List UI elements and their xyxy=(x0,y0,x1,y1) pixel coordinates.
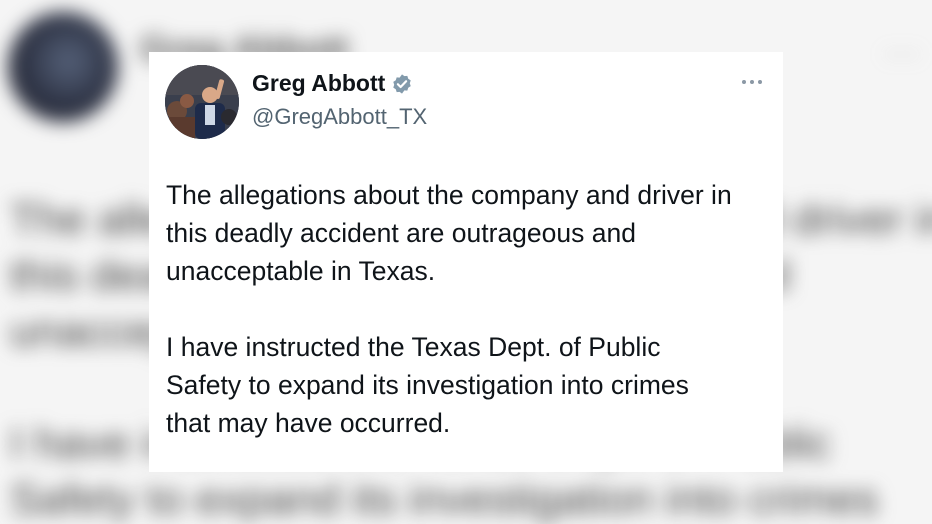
blurred-more-icon: ··· xyxy=(884,34,922,70)
avatar-photo-icon xyxy=(165,65,239,139)
more-horizontal-icon xyxy=(750,80,754,84)
more-options-button[interactable] xyxy=(737,70,767,94)
display-name[interactable]: Greg Abbott xyxy=(252,70,385,97)
tweet-card: Greg Abbott @GregAbbott_TX The allegatio… xyxy=(149,52,783,472)
more-horizontal-icon xyxy=(758,80,762,84)
tweet-line: I have instructed the Texas Dept. of Pub… xyxy=(166,332,661,362)
tweet-line: this deadly accident are outrageous and xyxy=(166,218,636,248)
tweet-line: Safety to expand its investigation into … xyxy=(166,370,689,400)
blurred-avatar xyxy=(8,12,118,122)
avatar[interactable] xyxy=(165,65,239,139)
tweet-line: that may have occurred. xyxy=(166,408,451,438)
tweet-line: The allegations about the company and dr… xyxy=(166,180,732,210)
author-row: Greg Abbott xyxy=(252,70,413,97)
tweet-body: The allegations about the company and dr… xyxy=(166,176,776,442)
tweet-line: unacceptable in Texas. xyxy=(166,256,436,286)
verified-badge-icon xyxy=(391,73,413,95)
user-handle[interactable]: @GregAbbott_TX xyxy=(252,104,427,130)
blurred-line: Safety to expand its investigation into … xyxy=(10,475,879,524)
more-horizontal-icon xyxy=(742,80,746,84)
